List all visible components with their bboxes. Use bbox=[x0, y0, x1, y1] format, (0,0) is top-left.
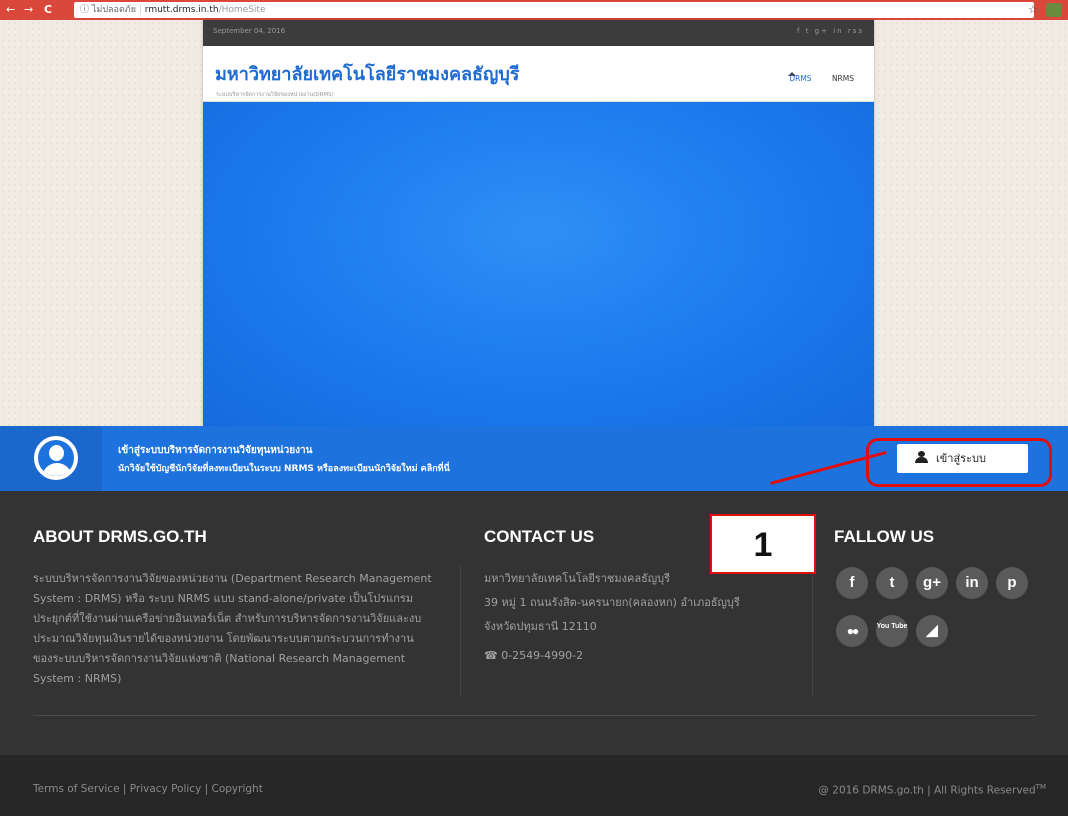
menu-item-nrms[interactable]: NRMS bbox=[832, 74, 854, 83]
extension-icon[interactable] bbox=[1046, 3, 1062, 17]
flickr-icon[interactable]: ●● bbox=[836, 615, 868, 647]
about-title: ABOUT DRMS.GO.TH bbox=[33, 527, 207, 546]
trademark-mark: TM bbox=[1035, 783, 1046, 791]
main-menu: DRMS NRMS bbox=[771, 74, 854, 83]
user-avatar-icon bbox=[34, 436, 78, 480]
back-icon[interactable]: ← bbox=[6, 3, 15, 17]
contact-line: จังหวัดปทุมธานี 12110 bbox=[484, 620, 597, 633]
site-info-label[interactable]: ⓘ ไม่ปลอดภัย bbox=[80, 5, 136, 15]
pinterest-icon[interactable]: p bbox=[996, 567, 1028, 599]
footer-divider bbox=[460, 566, 461, 696]
bottom-bar: Terms of Service | Privacy Policy | Copy… bbox=[0, 755, 1068, 816]
hero-banner bbox=[203, 102, 874, 426]
forward-icon[interactable]: → bbox=[24, 3, 33, 17]
url-path: /HomeSite bbox=[218, 5, 266, 15]
browser-toolbar: ← → C ⓘ ไม่ปลอดภัย | rmutt.drms.in.th/Ho… bbox=[0, 0, 1068, 20]
band-register-link[interactable]: นักวิจัยใช้บัญชีนักวิจัยที่ลงทะเบียนในระ… bbox=[118, 461, 450, 475]
google-plus-icon[interactable]: g+ bbox=[916, 567, 948, 599]
reload-icon[interactable]: C bbox=[44, 3, 52, 17]
site-subtitle: ระบบบริหารจัดการงานวิจัยของหน่วยงาน(DRMS… bbox=[216, 92, 334, 98]
about-text: ระบบบริหารจัดการงานวิจัยของหน่วยงาน (Dep… bbox=[33, 572, 432, 685]
avatar-container bbox=[0, 426, 102, 491]
contact-line: มหาวิทยาลัยเทคโนโลยีราชมงคลธัญบุรี bbox=[484, 572, 671, 585]
footer-divider bbox=[812, 566, 813, 696]
contact-phone: ☎ 0-2549-4990-2 bbox=[484, 649, 584, 662]
footer: ABOUT DRMS.GO.TH ระบบบริหารจัดการงานวิจั… bbox=[0, 491, 1068, 755]
url-host: rmutt.drms.in.th bbox=[144, 5, 219, 15]
band-heading: เข้าสู่ระบบบริหารจัดการงานวิจัยทุนหน่วยง… bbox=[118, 445, 313, 456]
topbar-date: September 04, 2016 bbox=[213, 27, 286, 35]
bookmark-star-icon[interactable]: ☆ bbox=[1028, 3, 1038, 16]
login-highlight-ring bbox=[866, 438, 1052, 487]
site-topbar: September 04, 2016 f t g+ in rss bbox=[203, 20, 874, 46]
contact-title: CONTACT US bbox=[484, 527, 595, 546]
twitter-icon[interactable]: t bbox=[876, 567, 908, 599]
rss-icon[interactable]: ◢ bbox=[916, 615, 948, 647]
site-panel: September 04, 2016 f t g+ in rss มหาวิทย… bbox=[203, 20, 874, 426]
youtube-icon[interactable]: You Tube bbox=[876, 615, 908, 647]
contact-line: 39 หมู่ 1 ถนนรังสิต-นครนายก(คลองหก) อำเภ… bbox=[484, 596, 740, 609]
copyright-text: @ 2016 DRMS.go.th | All Rights ReservedT… bbox=[818, 783, 1046, 797]
copyright-label: @ 2016 DRMS.go.th | All Rights Reserved bbox=[818, 784, 1036, 797]
facebook-icon[interactable]: f bbox=[836, 567, 868, 599]
footer-rule bbox=[33, 715, 1036, 716]
address-bar[interactable]: ⓘ ไม่ปลอดภัย | rmutt.drms.in.th/HomeSite bbox=[74, 2, 1034, 18]
step-callout: 1 bbox=[710, 514, 816, 574]
site-title[interactable]: มหาวิทยาลัยเทคโนโลยีราชมงคลธัญบุรี bbox=[215, 59, 519, 88]
menu-item-drms[interactable]: DRMS bbox=[789, 74, 811, 83]
follow-title: FALLOW US bbox=[834, 527, 935, 546]
linkedin-icon[interactable]: in bbox=[956, 567, 988, 599]
topbar-social-icons[interactable]: f t g+ in rss bbox=[797, 27, 864, 35]
footer-links[interactable]: Terms of Service | Privacy Policy | Copy… bbox=[33, 783, 263, 795]
site-header: มหาวิทยาลัยเทคโนโลยีราชมงคลธัญบุรี ระบบบ… bbox=[203, 46, 874, 102]
